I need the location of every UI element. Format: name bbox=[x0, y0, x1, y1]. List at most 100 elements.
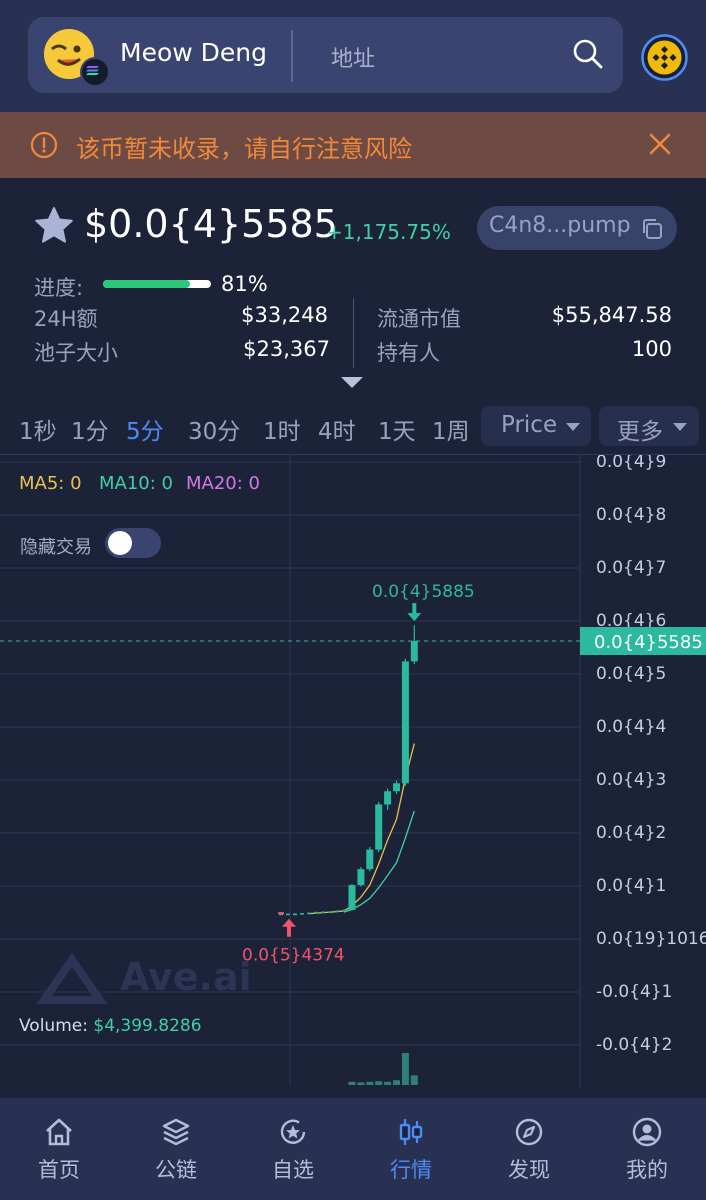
nav-profile[interactable]: 我的 bbox=[607, 1110, 687, 1190]
timeframe-5m[interactable]: 5分 bbox=[126, 412, 164, 446]
timeframe-1d[interactable]: 1天 bbox=[378, 412, 416, 446]
candle bbox=[300, 913, 304, 915]
volume-bar bbox=[410, 1075, 418, 1085]
market-cap-label: 流通市值 bbox=[377, 307, 461, 331]
nav-home-label: 首页 bbox=[38, 1158, 80, 1182]
nav-discover[interactable]: 发现 bbox=[489, 1110, 569, 1190]
y-axis-label: 0.0{4}1 bbox=[596, 876, 666, 896]
chevron-down-icon bbox=[566, 423, 580, 431]
progress-value: 81% bbox=[221, 272, 268, 296]
volume-bar bbox=[366, 1081, 374, 1085]
candlestick-icon bbox=[399, 1119, 423, 1145]
search-bar[interactable] bbox=[28, 17, 623, 93]
timeframe-30m[interactable]: 30分 bbox=[188, 412, 240, 446]
y-axis-label: 0.0{4}2 bbox=[596, 823, 666, 843]
token-price: $0.0{4}5585 bbox=[84, 202, 338, 246]
bnb-chain-icon[interactable] bbox=[641, 34, 688, 81]
ma5-label: MA5: 0 bbox=[19, 473, 82, 494]
nav-market-label: 行情 bbox=[390, 1158, 432, 1182]
volume-label: Volume: $4,399.8286 bbox=[19, 1016, 202, 1036]
collapse-caret-icon[interactable] bbox=[341, 377, 363, 388]
progress-label: 进度: bbox=[34, 276, 84, 300]
close-icon[interactable] bbox=[647, 131, 673, 157]
nav-home[interactable]: 首页 bbox=[19, 1110, 99, 1190]
copy-icon[interactable] bbox=[640, 217, 664, 241]
volume-24h-label: 24H额 bbox=[34, 307, 98, 331]
candle bbox=[342, 909, 346, 912]
y-axis-label: 0.0{4}9 bbox=[596, 455, 666, 472]
volume-bar bbox=[348, 1081, 356, 1085]
star-refresh-icon bbox=[280, 1119, 306, 1144]
solana-chain-icon bbox=[80, 57, 110, 87]
timeframe-1w[interactable]: 1周 bbox=[432, 412, 470, 446]
contract-address: C4n8...pump bbox=[489, 213, 631, 238]
risk-warning-text: 该币暂未收录，请自行注意风险 bbox=[76, 135, 412, 163]
timeframe-1h[interactable]: 1时 bbox=[263, 412, 301, 446]
candle bbox=[384, 791, 392, 805]
y-axis-label: -0.0{4}2 bbox=[596, 1035, 672, 1055]
nav-watchlist-label: 自选 bbox=[272, 1158, 314, 1182]
holders-value: 100 bbox=[631, 337, 672, 361]
volume-bar bbox=[375, 1081, 383, 1085]
y-axis-label: 0.0{4}7 bbox=[596, 558, 666, 578]
pool-size-label: 池子大小 bbox=[34, 341, 118, 365]
search-divider bbox=[291, 30, 293, 82]
ma20-label: MA20: 0 bbox=[186, 473, 260, 494]
token-name: Meow Deng bbox=[120, 38, 267, 67]
stats-divider bbox=[353, 298, 354, 368]
pool-size-value: $23,367 bbox=[243, 337, 330, 361]
timeframe-4h[interactable]: 4时 bbox=[318, 412, 356, 446]
more-dropdown-label: 更多 bbox=[617, 419, 663, 445]
favorite-star-icon[interactable] bbox=[33, 205, 75, 247]
volume-label-text: Volume: bbox=[19, 1016, 88, 1036]
candle bbox=[335, 910, 339, 912]
timeframe-1m[interactable]: 1分 bbox=[71, 412, 109, 446]
volume-bar bbox=[401, 1053, 409, 1085]
y-axis-label: 0.0{4}8 bbox=[596, 505, 666, 525]
search-icon[interactable] bbox=[572, 38, 604, 70]
home-icon bbox=[46, 1118, 72, 1146]
bottom-nav bbox=[0, 1098, 706, 1200]
timeframe-1s[interactable]: 1秒 bbox=[19, 412, 57, 446]
high-price-label: 0.0{4}5885 bbox=[372, 582, 475, 602]
market-cap-value: $55,847.58 bbox=[551, 303, 672, 327]
candle bbox=[357, 869, 365, 886]
candle bbox=[401, 661, 409, 784]
nav-profile-label: 我的 bbox=[626, 1158, 668, 1182]
candle bbox=[366, 849, 374, 870]
progress-bar-fill bbox=[103, 280, 190, 288]
low-price-label: 0.0{5}4374 bbox=[242, 946, 345, 966]
y-axis-label: -0.0{4}1 bbox=[596, 982, 672, 1002]
toggle-knob bbox=[108, 531, 132, 555]
layers-icon bbox=[162, 1118, 190, 1146]
candle bbox=[375, 804, 383, 850]
nav-market[interactable]: 行情 bbox=[371, 1110, 451, 1190]
volume-bar bbox=[357, 1082, 365, 1085]
y-axis-label: 0.0{4}5 bbox=[596, 664, 666, 684]
y-axis-label: 0.0{19}1016 bbox=[596, 929, 706, 949]
price-change: +1,175.75% bbox=[326, 220, 451, 244]
chevron-down-icon bbox=[673, 423, 687, 431]
nav-discover-label: 发现 bbox=[508, 1158, 550, 1182]
candle bbox=[286, 913, 290, 916]
candle bbox=[307, 912, 311, 915]
volume-24h-value: $33,248 bbox=[241, 303, 328, 327]
hide-trades-label: 隐藏交易 bbox=[20, 537, 92, 558]
address-input-placeholder[interactable]: 地址 bbox=[331, 41, 375, 73]
nav-chains[interactable]: 公链 bbox=[136, 1110, 216, 1190]
user-icon bbox=[632, 1117, 662, 1147]
ave-watermark: Ave.ai bbox=[120, 955, 252, 999]
nav-chains-label: 公链 bbox=[155, 1158, 197, 1182]
y-axis-label: 0.0{4}3 bbox=[596, 770, 666, 790]
info-icon bbox=[30, 131, 58, 159]
nav-watchlist[interactable]: 自选 bbox=[253, 1110, 333, 1190]
y-axis-label: 0.0{4}4 bbox=[596, 717, 666, 737]
candle bbox=[348, 885, 356, 910]
ma10-label: MA10: 0 bbox=[99, 473, 173, 494]
volume-bar bbox=[384, 1081, 392, 1085]
candle bbox=[293, 913, 297, 916]
compass-icon bbox=[515, 1118, 543, 1146]
candle bbox=[314, 912, 318, 914]
candle bbox=[410, 640, 418, 662]
volume-bar bbox=[393, 1080, 400, 1085]
